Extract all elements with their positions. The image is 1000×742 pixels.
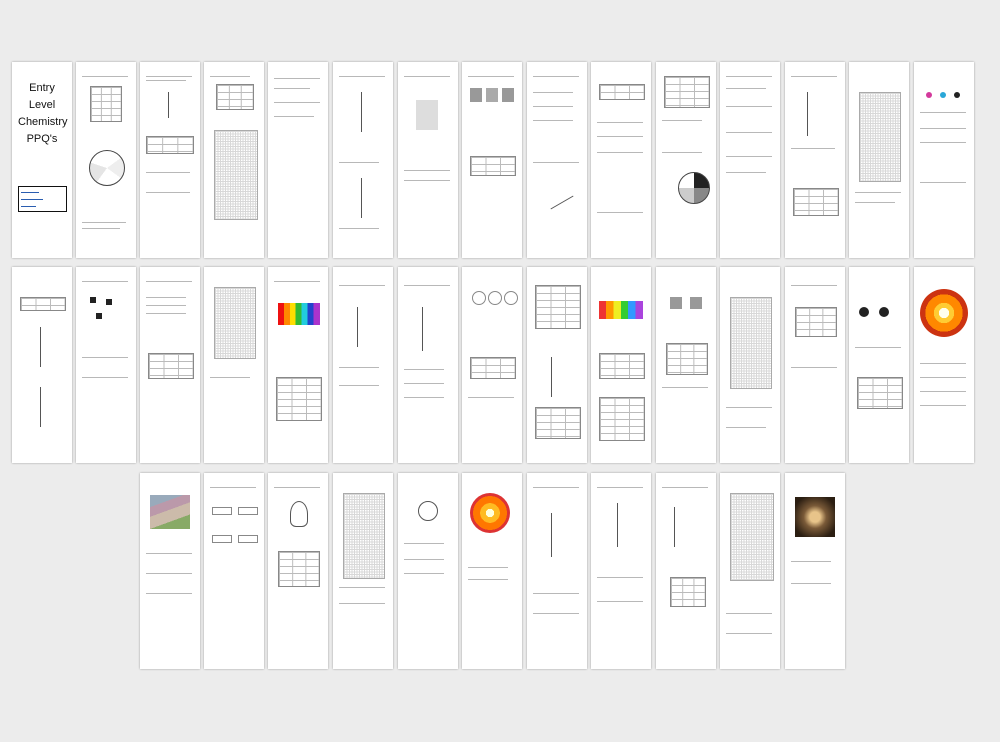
page-thumbnail[interactable] bbox=[656, 62, 716, 258]
cover-title-line-3: PPQ's bbox=[26, 133, 58, 145]
cover-title: Entry Level Chemistry PPQ's bbox=[18, 80, 68, 148]
page-thumbnail[interactable] bbox=[914, 62, 974, 258]
page-thumbnail[interactable] bbox=[204, 267, 264, 463]
page-thumbnail[interactable] bbox=[785, 62, 845, 258]
page-thumbnail[interactable] bbox=[656, 473, 716, 669]
earth-layers-image bbox=[470, 493, 510, 533]
page-thumbnail[interactable] bbox=[720, 267, 780, 463]
page-thumbnail[interactable] bbox=[914, 267, 974, 463]
page-thumbnail[interactable] bbox=[268, 62, 328, 258]
page-thumbnail[interactable] bbox=[849, 62, 909, 258]
spectrum-image bbox=[278, 303, 320, 325]
page-thumbnail[interactable] bbox=[462, 267, 522, 463]
cover-title-line-2: Chemistry bbox=[18, 116, 68, 128]
page-thumbnail[interactable] bbox=[849, 267, 909, 463]
page-thumbnail[interactable] bbox=[76, 62, 136, 258]
page-thumbnail[interactable] bbox=[268, 473, 328, 669]
page-thumbnail[interactable] bbox=[398, 62, 458, 258]
page-thumbnail[interactable] bbox=[462, 62, 522, 258]
cover-title-line-1: Entry Level bbox=[28, 82, 56, 111]
quarry-image bbox=[150, 495, 190, 529]
page-thumbnail[interactable] bbox=[462, 473, 522, 669]
page-thumbnail[interactable] bbox=[398, 473, 458, 669]
page-thumbnail[interactable] bbox=[785, 473, 845, 669]
page-thumbnail[interactable] bbox=[140, 267, 200, 463]
page-thumbnail[interactable] bbox=[591, 267, 651, 463]
page-thumbnail[interactable] bbox=[140, 473, 200, 669]
page-thumbnail[interactable] bbox=[398, 267, 458, 463]
page-thumbnail[interactable] bbox=[591, 473, 651, 669]
page-thumbnail[interactable] bbox=[333, 267, 393, 463]
page-thumbnail[interactable] bbox=[76, 267, 136, 463]
page-thumbnail[interactable] bbox=[527, 62, 587, 258]
page-thumbnail[interactable] bbox=[785, 267, 845, 463]
page-thumbnail[interactable] bbox=[12, 267, 72, 463]
cover-info-box bbox=[18, 186, 67, 212]
page-thumbnail[interactable] bbox=[720, 62, 780, 258]
page-thumbnail[interactable] bbox=[333, 473, 393, 669]
page-thumbnail[interactable] bbox=[268, 267, 328, 463]
test-tubes-image bbox=[599, 301, 643, 319]
page-thumbnail[interactable] bbox=[204, 62, 264, 258]
page-thumbnail[interactable] bbox=[720, 473, 780, 669]
mine-tunnel-image bbox=[795, 497, 835, 537]
page-thumbnail[interactable] bbox=[591, 62, 651, 258]
page-thumbnail[interactable] bbox=[527, 267, 587, 463]
page-thumbnail[interactable] bbox=[140, 62, 200, 258]
page-thumbnail[interactable] bbox=[204, 473, 264, 669]
earth-structure-image bbox=[920, 289, 968, 337]
page-thumbnail[interactable] bbox=[527, 473, 587, 669]
cover-page[interactable]: Entry Level Chemistry PPQ's bbox=[12, 62, 72, 258]
page-thumbnail[interactable] bbox=[656, 267, 716, 463]
page-thumbnail[interactable] bbox=[333, 62, 393, 258]
